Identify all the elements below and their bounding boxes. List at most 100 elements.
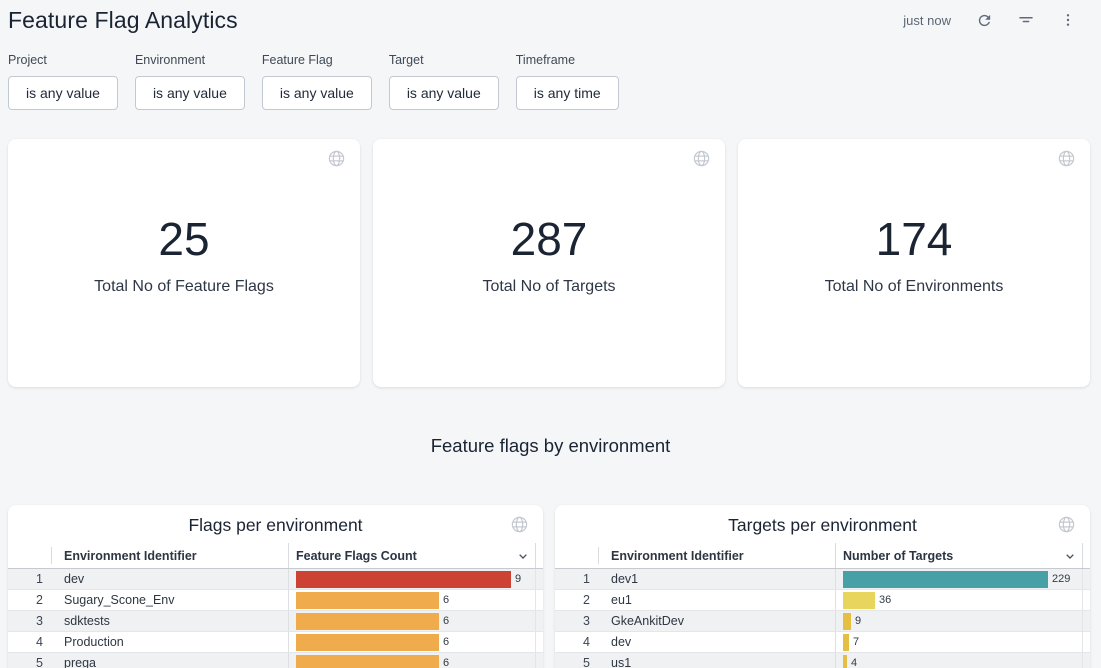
table-title: Targets per environment <box>555 505 1090 536</box>
row-environment: eu1 <box>599 593 835 607</box>
row-value-cell: 6 <box>288 611 536 631</box>
row-index: 4 <box>8 635 52 649</box>
table-row: 2eu1 36 <box>555 590 1090 611</box>
bar <box>843 613 851 630</box>
kpi-value: 174 <box>876 216 953 262</box>
globe-icon[interactable] <box>327 149 346 168</box>
row-environment: dev <box>599 635 835 649</box>
row-value-cell: 9 <box>835 611 1083 631</box>
bar-value: 9 <box>855 615 861 627</box>
kpi-card-environments: 174 Total No of Environments <box>738 139 1090 387</box>
refresh-icon[interactable] <box>975 11 993 29</box>
chevron-down-icon[interactable] <box>1062 548 1078 564</box>
row-environment: prega <box>52 656 288 668</box>
table-header-row: Environment Identifier Number of Targets <box>555 543 1090 569</box>
filter-icon[interactable] <box>1017 11 1035 29</box>
row-value-cell: 9 <box>288 569 536 589</box>
globe-icon[interactable] <box>692 149 711 168</box>
row-number-header <box>8 547 52 565</box>
globe-icon[interactable] <box>1057 149 1076 168</box>
table-title: Flags per environment <box>8 505 543 536</box>
section-title: Feature flags by environment <box>0 435 1101 457</box>
filter-environment: Environment is any value <box>135 53 245 110</box>
row-environment: Sugary_Scone_Env <box>52 593 288 607</box>
row-index: 1 <box>555 572 599 586</box>
row-environment: dev1 <box>599 572 835 586</box>
row-index: 5 <box>8 656 52 668</box>
filter-timeframe: Timeframe is any time <box>516 53 619 110</box>
table-row: 4dev7 <box>555 632 1090 653</box>
table-body: 1dev92Sugary_Scone_Env63sdktests64Produc… <box>8 569 543 668</box>
row-environment: GkeAnkitDev <box>599 614 835 628</box>
chevron-down-icon[interactable] <box>515 548 531 564</box>
tables-row: Flags per environment Environment Identi… <box>8 505 1090 668</box>
name-column-header: Environment Identifier <box>52 549 288 563</box>
table-row: 3GkeAnkitDev 9 <box>555 611 1090 632</box>
kpi-label: Total No of Targets <box>482 278 615 296</box>
row-value-cell: 4 <box>835 653 1083 668</box>
flags-table: Environment Identifier Feature Flags Cou… <box>8 543 543 668</box>
filter-project-button[interactable]: is any value <box>8 76 118 110</box>
filter-label: Feature Flag <box>262 53 372 67</box>
row-environment: us1 <box>599 656 835 668</box>
filter-feature-flag: Feature Flag is any value <box>262 53 372 110</box>
table-row: 3sdktests6 <box>8 611 543 632</box>
row-value-cell: 6 <box>288 632 536 652</box>
page-title: Feature Flag Analytics <box>8 7 238 34</box>
bar-value: 6 <box>443 615 449 627</box>
value-header-label: Feature Flags Count <box>296 549 417 563</box>
table-body: 1dev12292eu1363GkeAnkitDev94dev75us14 <box>555 569 1090 668</box>
row-index: 2 <box>8 593 52 607</box>
table-row: 4Production 6 <box>8 632 543 653</box>
row-value-cell: 7 <box>835 632 1083 652</box>
kpi-label: Total No of Environments <box>825 278 1004 296</box>
row-value-cell: 6 <box>288 590 536 610</box>
bar-value: 6 <box>443 594 449 606</box>
bar-value: 6 <box>443 657 449 668</box>
row-index: 3 <box>8 614 52 628</box>
table-header-row: Environment Identifier Feature Flags Cou… <box>8 543 543 569</box>
kpi-row: 25 Total No of Feature Flags 287 Total N… <box>8 139 1090 387</box>
name-column-header: Environment Identifier <box>599 549 835 563</box>
bar <box>843 571 1048 588</box>
bar <box>296 613 439 630</box>
row-index: 4 <box>555 635 599 649</box>
row-index: 3 <box>555 614 599 628</box>
row-value-cell: 229 <box>835 569 1083 589</box>
value-column-header: Number of Targets <box>835 543 1083 568</box>
table-row: 1dev 9 <box>8 569 543 590</box>
row-index: 1 <box>8 572 52 586</box>
bar-value: 36 <box>879 594 891 606</box>
globe-icon[interactable] <box>1057 515 1076 534</box>
header-actions: just now <box>903 11 1077 29</box>
bar-value: 6 <box>443 636 449 648</box>
filter-environment-button[interactable]: is any value <box>135 76 245 110</box>
kpi-card-targets: 287 Total No of Targets <box>373 139 725 387</box>
targets-table: Environment Identifier Number of Targets… <box>555 543 1090 668</box>
more-vert-icon[interactable] <box>1059 11 1077 29</box>
filter-label: Timeframe <box>516 53 619 67</box>
filter-label: Environment <box>135 53 245 67</box>
bar <box>296 634 439 651</box>
row-index: 2 <box>555 593 599 607</box>
row-number-header <box>555 547 599 565</box>
globe-icon[interactable] <box>510 515 529 534</box>
filter-target-button[interactable]: is any value <box>389 76 499 110</box>
table-row: 1dev1229 <box>555 569 1090 590</box>
filter-project: Project is any value <box>8 53 118 110</box>
targets-per-environment-card: Targets per environment Environment Iden… <box>555 505 1090 668</box>
bar-value: 9 <box>515 573 521 585</box>
row-index: 5 <box>555 656 599 668</box>
bar <box>843 655 847 668</box>
row-value-cell: 36 <box>835 590 1083 610</box>
filter-timeframe-button[interactable]: is any time <box>516 76 619 110</box>
filter-bar: Project is any value Environment is any … <box>8 53 1093 110</box>
kpi-value: 25 <box>158 216 209 262</box>
table-row: 5us14 <box>555 653 1090 668</box>
row-environment: Production <box>52 635 288 649</box>
row-environment: dev <box>52 572 288 586</box>
filter-label: Project <box>8 53 118 67</box>
bar <box>296 571 511 588</box>
filter-feature-flag-button[interactable]: is any value <box>262 76 372 110</box>
value-header-label: Number of Targets <box>843 549 953 563</box>
